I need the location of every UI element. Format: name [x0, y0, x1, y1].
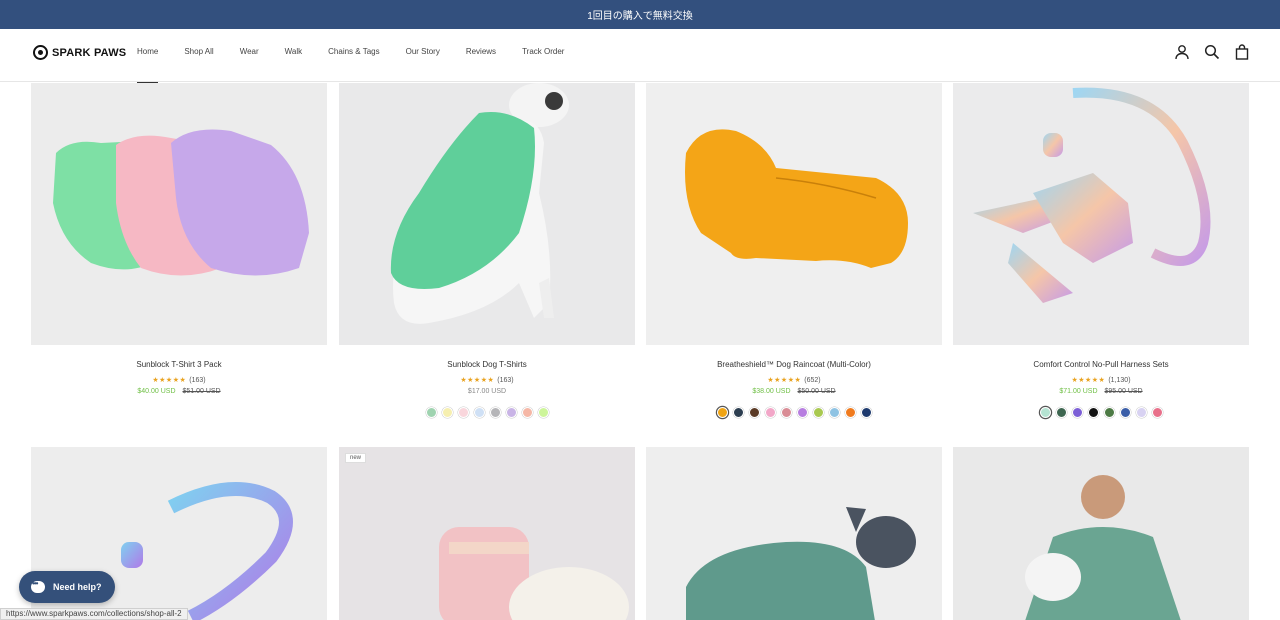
chat-bubble-icon [31, 579, 45, 593]
review-count: (163) [497, 377, 514, 384]
color-swatch[interactable] [505, 407, 517, 418]
color-swatch[interactable] [748, 407, 760, 418]
site-header: SPARK PAWS Home Shop All Wear Walk Chain… [0, 29, 1280, 84]
product-card[interactable]: Sunblock Dog T-Shirts ★★★★★ (163) $17.00 … [339, 83, 635, 418]
nav-item-home[interactable]: Home [137, 47, 159, 84]
status-bar-url: https://www.sparkpaws.com/collections/sh… [0, 608, 188, 620]
product-price: $71.00 USD $95.00 USD [953, 388, 1249, 395]
color-swatch[interactable] [844, 407, 856, 418]
color-swatch[interactable] [473, 407, 485, 418]
product-card[interactable]: Comfort Control No-Pull Harness Sets ★★★… [953, 83, 1249, 418]
search-icon[interactable] [1204, 44, 1220, 60]
color-swatch[interactable] [537, 407, 549, 418]
color-swatch[interactable] [1151, 407, 1163, 418]
color-swatch[interactable] [732, 407, 744, 418]
product-image-matching-set[interactable] [953, 447, 1249, 620]
product-card[interactable]: Breatheshield™ Dog Raincoat (Multi-Color… [646, 83, 942, 418]
main-nav: Home Shop All Wear Walk Chains & Tags Ou… [137, 47, 564, 84]
product-image-tshirt-3-pack[interactable] [31, 83, 327, 345]
paw-logo-icon [33, 45, 48, 60]
product-image-dog-shoes[interactable]: new [339, 447, 635, 620]
color-swatch[interactable] [1039, 407, 1051, 418]
announcement-bar: 1回目の購入で無料交換 [0, 0, 1280, 29]
nav-item-our-story[interactable]: Our Story [406, 47, 440, 56]
product-image-sunblock-tshirt[interactable] [339, 83, 635, 345]
brand-name: SPARK PAWS [52, 46, 127, 59]
color-swatch[interactable] [1135, 407, 1147, 418]
product-title[interactable]: Sunblock T-Shirt 3 Pack [31, 360, 327, 369]
new-badge: new [345, 453, 367, 463]
color-swatch[interactable] [457, 407, 469, 418]
product-title[interactable]: Comfort Control No-Pull Harness Sets [953, 360, 1249, 369]
product-title[interactable]: Sunblock Dog T-Shirts [339, 360, 635, 369]
product-price: $38.00 USD $50.00 USD [646, 388, 942, 395]
nav-item-track-order[interactable]: Track Order [522, 47, 564, 56]
sale-price: $71.00 USD [1059, 388, 1098, 395]
color-swatch[interactable] [812, 407, 824, 418]
color-swatch[interactable] [828, 407, 840, 418]
star-rating-icon: ★★★★★ [767, 377, 802, 384]
color-swatch[interactable] [521, 407, 533, 418]
cart-icon[interactable] [1234, 44, 1250, 60]
product-rating: ★★★★★ (163) [31, 376, 327, 384]
color-swatch[interactable] [489, 407, 501, 418]
color-swatch[interactable] [764, 407, 776, 418]
compare-price: $51.00 USD [182, 388, 221, 395]
compare-price: $95.00 USD [1104, 388, 1143, 395]
need-help-button[interactable]: Need help? [19, 571, 115, 603]
product-card[interactable]: new [339, 447, 635, 620]
product-card[interactable]: Sunblock T-Shirt 3 Pack ★★★★★ (163) $40.0… [31, 83, 327, 395]
nav-item-chains-tags[interactable]: Chains & Tags [328, 47, 379, 56]
color-swatch[interactable] [1103, 407, 1115, 418]
need-help-label: Need help? [53, 582, 102, 592]
star-rating-icon: ★★★★★ [460, 377, 495, 384]
product-rating: ★★★★★ (652) [646, 376, 942, 384]
product-image-dog-hoodie[interactable] [646, 447, 942, 620]
star-rating-icon: ★★★★★ [1071, 377, 1106, 384]
account-icon[interactable] [1174, 44, 1190, 60]
product-rating: ★★★★★ (1,130) [953, 376, 1249, 384]
color-swatch[interactable] [1087, 407, 1099, 418]
product-card[interactable] [953, 447, 1249, 620]
review-count: (652) [804, 377, 821, 384]
color-swatches [953, 407, 1249, 418]
nav-item-shop-all[interactable]: Shop All [184, 47, 213, 56]
product-price: $17.00 USD [339, 388, 635, 395]
color-swatch[interactable] [441, 407, 453, 418]
color-swatches [646, 407, 942, 418]
star-rating-icon: ★★★★★ [152, 377, 187, 384]
color-swatches [339, 407, 635, 418]
color-swatch[interactable] [780, 407, 792, 418]
product-rating: ★★★★★ (163) [339, 376, 635, 384]
product-card[interactable] [646, 447, 942, 620]
product-price: $40.00 USD $51.00 USD [31, 388, 327, 395]
announcement-text: 1回目の購入で無料交換 [587, 11, 693, 22]
color-swatch[interactable] [1119, 407, 1131, 418]
review-count: (163) [189, 377, 206, 384]
brand-logo[interactable]: SPARK PAWS [33, 45, 126, 60]
color-swatch[interactable] [860, 407, 872, 418]
product-image-harness-set[interactable] [953, 83, 1249, 345]
review-count: (1,130) [1108, 377, 1131, 384]
color-swatch[interactable] [1071, 407, 1083, 418]
sale-price: $38.00 USD [752, 388, 791, 395]
nav-item-reviews[interactable]: Reviews [466, 47, 496, 56]
nav-item-walk[interactable]: Walk [285, 47, 302, 56]
compare-price: $50.00 USD [797, 388, 836, 395]
color-swatch[interactable] [425, 407, 437, 418]
color-swatch[interactable] [796, 407, 808, 418]
header-actions [1174, 44, 1250, 60]
color-swatch[interactable] [716, 407, 728, 418]
sale-price: $40.00 USD [137, 388, 176, 395]
color-swatch[interactable] [1055, 407, 1067, 418]
product-image-raincoat[interactable] [646, 83, 942, 345]
regular-price: $17.00 USD [467, 388, 507, 395]
nav-item-wear[interactable]: Wear [240, 47, 259, 56]
product-title[interactable]: Breatheshield™ Dog Raincoat (Multi-Color… [646, 360, 942, 369]
